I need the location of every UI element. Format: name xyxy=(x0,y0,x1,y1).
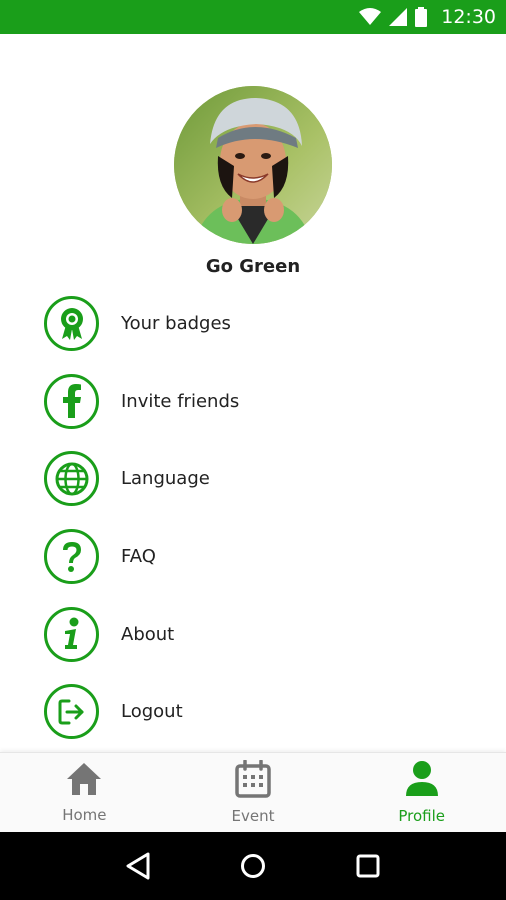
menu-item-logout[interactable]: Logout xyxy=(0,673,506,751)
menu-item-invite-friends[interactable]: Invite friends xyxy=(0,363,506,441)
globe-icon xyxy=(44,451,99,507)
menu-label: Language xyxy=(121,468,210,490)
nav-label: Event xyxy=(231,807,275,825)
bottom-navigation: Home Event Profile xyxy=(0,752,506,832)
badge-ribbon-icon xyxy=(44,296,99,352)
system-navigation-bar xyxy=(0,832,506,900)
menu-item-faq[interactable]: FAQ xyxy=(0,518,506,596)
menu-label: FAQ xyxy=(121,546,156,568)
menu-label: Your badges xyxy=(121,313,231,335)
logout-icon xyxy=(44,684,99,740)
profile-name: Go Green xyxy=(205,256,301,277)
avatar[interactable] xyxy=(174,86,332,244)
back-icon[interactable] xyxy=(118,846,158,886)
calendar-icon xyxy=(235,759,271,803)
person-icon xyxy=(404,760,440,803)
signal-icon xyxy=(389,8,408,26)
status-bar: 12:30 xyxy=(0,0,506,34)
info-icon xyxy=(44,606,99,662)
menu-label: Invite friends xyxy=(121,390,240,412)
nav-profile[interactable]: Profile xyxy=(337,753,506,832)
nav-label: Profile xyxy=(398,807,445,825)
home-circle-icon[interactable] xyxy=(233,846,273,886)
nav-event[interactable]: Event xyxy=(169,753,338,832)
menu-label: About xyxy=(121,623,175,645)
facebook-icon xyxy=(44,373,99,429)
home-icon xyxy=(65,761,103,802)
menu-item-your-badges[interactable]: Your badges xyxy=(0,285,506,363)
menu-item-about[interactable]: About xyxy=(0,595,506,673)
battery-icon xyxy=(415,7,428,27)
nav-home[interactable]: Home xyxy=(0,753,169,832)
wifi-icon xyxy=(359,8,382,26)
status-time: 12:30 xyxy=(441,6,496,28)
recents-icon[interactable] xyxy=(348,846,388,886)
profile-menu: Your badges Invite friends Language FAQ … xyxy=(0,285,506,751)
menu-label: Logout xyxy=(121,701,183,723)
nav-label: Home xyxy=(62,806,107,824)
profile-header: Go Green xyxy=(0,86,506,277)
question-icon xyxy=(44,529,99,585)
menu-item-language[interactable]: Language xyxy=(0,440,506,518)
